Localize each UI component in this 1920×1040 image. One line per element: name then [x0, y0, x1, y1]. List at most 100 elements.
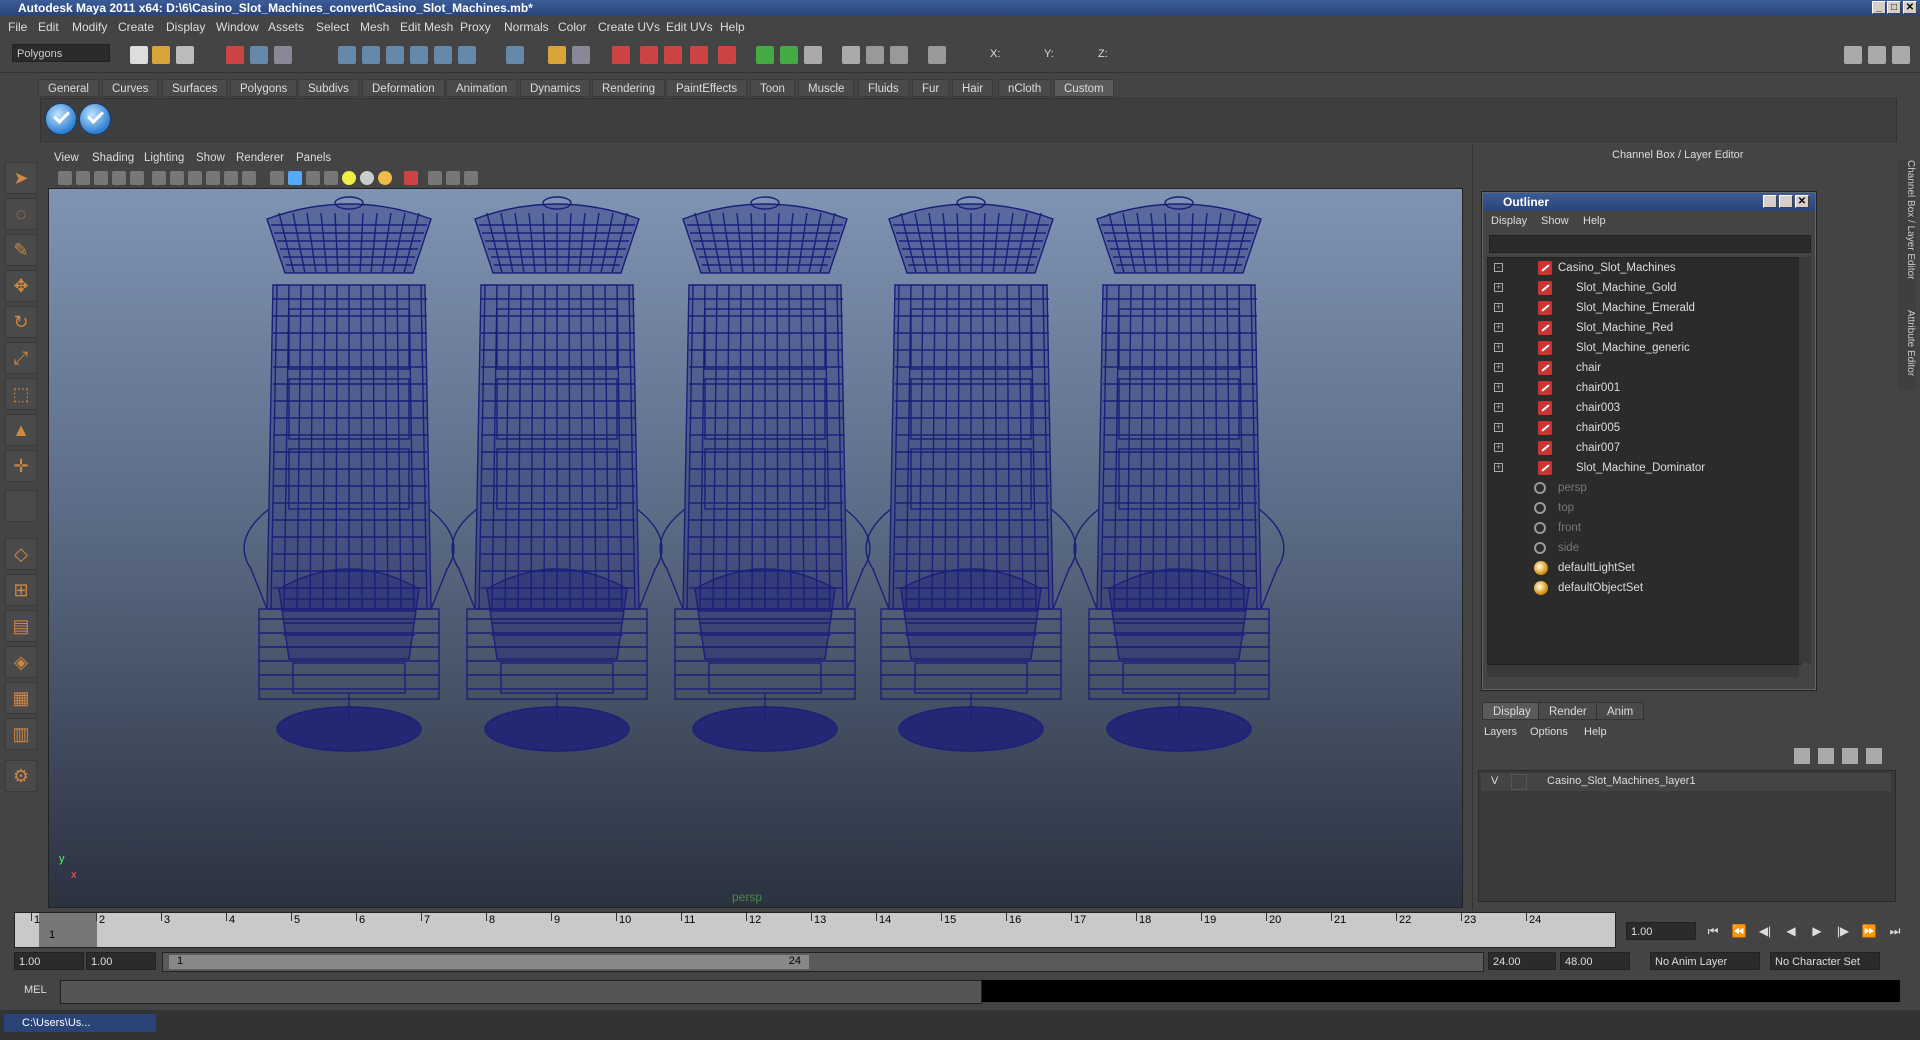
command-input[interactable] [60, 980, 982, 1004]
backface-icon[interactable] [464, 171, 478, 185]
snap-live-icon[interactable] [434, 46, 452, 64]
last-tool-icon[interactable] [5, 490, 37, 522]
film-gate-icon[interactable] [152, 171, 166, 185]
outliner-row[interactable]: persp [1488, 478, 1800, 498]
layer-menu-options[interactable]: Options [1530, 726, 1568, 738]
expand-icon[interactable]: + [1494, 443, 1503, 452]
outliner-row[interactable]: + chair007 [1488, 438, 1800, 458]
menu-help[interactable]: Help [720, 20, 745, 34]
rotate-tool-icon[interactable]: ↻ [5, 306, 37, 338]
outliner-row[interactable]: + Slot_Machine_Gold [1488, 278, 1800, 298]
move-tool-icon[interactable]: ✥ [5, 270, 37, 302]
bookmark-icon[interactable] [94, 171, 108, 185]
outliner-row[interactable]: + chair003 [1488, 398, 1800, 418]
menu-assets[interactable]: Assets [268, 20, 304, 34]
layer-row[interactable]: V Casino_Slot_Machines_layer1 [1481, 773, 1891, 791]
shelf-tab-deformation[interactable]: Deformation [362, 79, 445, 97]
snap-plane-icon[interactable] [410, 46, 428, 64]
menu-color[interactable]: Color [558, 20, 587, 34]
menu-edit[interactable]: Edit [38, 20, 59, 34]
input-output-icon[interactable] [572, 46, 590, 64]
xray-joints-icon[interactable] [446, 171, 460, 185]
layer-menu-help[interactable]: Help [1584, 726, 1607, 738]
safe-title-icon[interactable] [242, 171, 256, 185]
outliner-maximize-button[interactable] [1779, 195, 1793, 208]
new-layer-icon[interactable] [1794, 748, 1810, 764]
layer-tab-anim[interactable]: Anim [1596, 702, 1645, 720]
mode-selector[interactable]: Polygons [12, 44, 110, 62]
shelf-tab-fur[interactable]: Fur [912, 79, 950, 97]
step-back-frame-icon[interactable]: ⏪ [1730, 922, 1748, 940]
custom-shelf-button-1[interactable] [45, 103, 77, 135]
outliner-minimize-button[interactable] [1763, 195, 1777, 208]
outliner-row[interactable]: side [1488, 538, 1800, 558]
gate-mask-icon[interactable] [188, 171, 202, 185]
range-end-field[interactable]: 48.00 [1560, 952, 1630, 970]
outliner-row[interactable]: + chair005 [1488, 418, 1800, 438]
playback-start-field[interactable]: 1.00 [86, 952, 156, 970]
all-lights-icon[interactable] [360, 171, 374, 185]
anim-layer-selector[interactable]: No Anim Layer [1650, 952, 1760, 970]
render-settings-icon[interactable] [664, 46, 682, 64]
menu-file[interactable]: File [8, 20, 27, 34]
show-manipulator-icon[interactable]: ✛ [5, 450, 37, 482]
snap-grid-icon[interactable] [338, 46, 356, 64]
lasso-tool-icon[interactable]: ◌ [5, 198, 37, 230]
field-chart-icon[interactable] [206, 171, 220, 185]
shelf-tab-curves[interactable]: Curves [102, 79, 159, 97]
toggle-channel-box-icon[interactable] [1892, 46, 1910, 64]
menu-create[interactable]: Create [118, 20, 154, 34]
paint-select-icon[interactable]: ✎ [5, 234, 37, 266]
wireframe-icon[interactable] [270, 171, 284, 185]
viewport-menu-show[interactable]: Show [196, 152, 225, 164]
expand-icon[interactable]: + [1494, 283, 1503, 292]
select-tool-icon[interactable]: ➤ [5, 162, 37, 194]
outliner-row[interactable]: + Slot_Machine_Dominator [1488, 458, 1800, 478]
absolute-transform-icon[interactable] [928, 46, 946, 64]
playback-end-field[interactable]: 24.00 [1488, 952, 1556, 970]
expand-icon[interactable]: + [1494, 323, 1503, 332]
shelf-tab-rendering[interactable]: Rendering [592, 79, 666, 97]
snap-point-icon[interactable] [386, 46, 404, 64]
camera-select-icon[interactable] [58, 171, 72, 185]
smooth-shade-icon[interactable] [288, 171, 302, 185]
camera-attributes-icon[interactable] [76, 171, 90, 185]
texture-icon[interactable] [324, 171, 338, 185]
move-up-layer-icon[interactable] [1842, 748, 1858, 764]
ipr-render-icon[interactable] [640, 46, 658, 64]
move-down-layer-icon[interactable] [1866, 748, 1882, 764]
shelf-tab-fluids[interactable]: Fluids [858, 79, 909, 97]
scale-tool-icon[interactable]: ⤢ [5, 342, 37, 374]
tool-settings-icon[interactable] [804, 46, 822, 64]
select-object-icon[interactable] [250, 46, 268, 64]
go-to-start-icon[interactable]: ⏮ [1704, 922, 1722, 940]
outliner-menu-display[interactable]: Display [1491, 215, 1527, 227]
outliner-row[interactable]: - Casino_Slot_Machines [1488, 258, 1800, 278]
toggle-tool-settings-icon[interactable] [1868, 46, 1886, 64]
outliner-row[interactable]: top [1488, 498, 1800, 518]
shelf-tab-toon[interactable]: Toon [750, 79, 795, 97]
graph-icon[interactable] [890, 46, 908, 64]
expand-icon[interactable]: + [1494, 403, 1503, 412]
expand-icon[interactable]: + [1494, 363, 1503, 372]
outliner-horizontal-scrollbar[interactable] [1487, 665, 1799, 677]
select-hierarchy-icon[interactable] [226, 46, 244, 64]
outliner-row[interactable]: + Slot_Machine_Red [1488, 318, 1800, 338]
snap-curve-icon[interactable] [362, 46, 380, 64]
step-forward-key-icon[interactable]: |▶ [1834, 922, 1852, 940]
expand-icon[interactable]: + [1494, 423, 1503, 432]
viewport-menu-view[interactable]: View [54, 152, 79, 164]
side-tab-attribute-editor[interactable]: Attribute Editor [1898, 310, 1916, 390]
grid-icon[interactable] [130, 171, 144, 185]
shelf-tab-painteffects[interactable]: PaintEffects [666, 79, 748, 97]
persp-trax-icon[interactable]: ▥ [5, 718, 37, 750]
default-light-icon[interactable] [342, 171, 356, 185]
xray-icon[interactable] [428, 171, 442, 185]
menu-mesh[interactable]: Mesh [360, 20, 389, 34]
safe-action-icon[interactable] [224, 171, 238, 185]
save-scene-icon[interactable] [176, 46, 194, 64]
viewport-menu-shading[interactable]: Shading [92, 152, 134, 164]
hypershade-layout-icon[interactable]: ▦ [5, 682, 37, 714]
construction-history-icon[interactable] [548, 46, 566, 64]
viewport-menu-renderer[interactable]: Renderer [236, 152, 284, 164]
